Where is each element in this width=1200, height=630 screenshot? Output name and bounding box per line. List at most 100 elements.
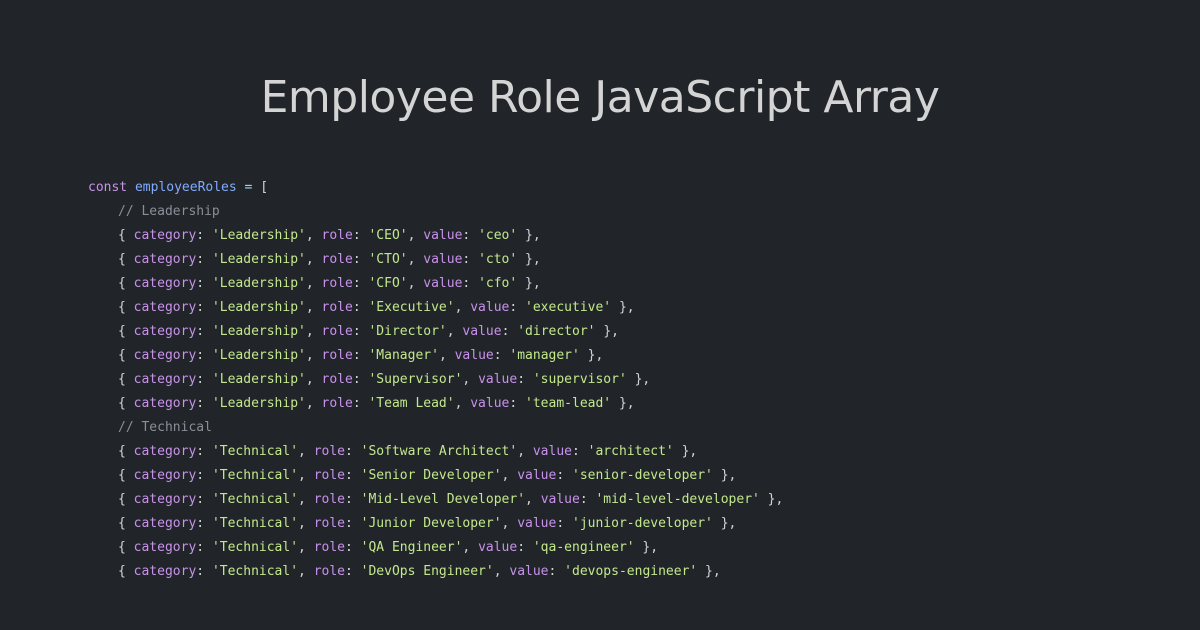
- colon: :: [352, 348, 369, 363]
- close-brace: },: [634, 540, 659, 555]
- value-key: value: [423, 276, 463, 291]
- code-comment-line: // Technical: [88, 416, 1168, 440]
- colon: :: [196, 276, 212, 291]
- comma: ,: [407, 252, 424, 267]
- role-key: role: [321, 252, 353, 267]
- code-entry-line: { category: 'Leadership', role: 'CTO', v…: [88, 248, 1168, 272]
- value-string: 'director': [517, 324, 596, 339]
- colon: :: [196, 228, 212, 243]
- comma: ,: [305, 324, 322, 339]
- role-key: role: [313, 444, 345, 459]
- code-comment: // Leadership: [118, 204, 220, 219]
- comma: ,: [407, 228, 424, 243]
- colon: :: [352, 228, 369, 243]
- code-line-declaration: const employeeRoles = [: [88, 176, 1168, 200]
- colon: :: [196, 396, 212, 411]
- code-window: const employeeRoles = [ // Leadership { ca…: [88, 176, 1168, 590]
- close-brace: },: [673, 444, 698, 459]
- value-string: 'junior-developer': [572, 516, 713, 531]
- colon: :: [196, 564, 212, 579]
- value-key: value: [423, 252, 463, 267]
- page-title: Employee Role JavaScript Array: [260, 72, 940, 124]
- array-identifier: employeeRoles: [134, 180, 237, 195]
- close-brace: },: [595, 324, 619, 339]
- comma: ,: [454, 300, 471, 315]
- const-keyword: const: [88, 180, 128, 195]
- value-string: 'mid-level-developer': [595, 492, 760, 507]
- role-string: 'Director': [368, 324, 447, 339]
- category-key: category: [133, 372, 197, 387]
- category-key: category: [133, 396, 197, 411]
- code-entry-line: { category: 'Leadership', role: 'Executi…: [88, 296, 1168, 320]
- value-string: 'architect': [587, 444, 674, 459]
- role-string: 'Executive': [368, 300, 455, 315]
- colon: :: [196, 492, 212, 507]
- role-string: 'DevOps Engineer': [360, 564, 494, 579]
- colon: :: [517, 540, 533, 555]
- comma: ,: [501, 468, 518, 483]
- value-string: 'manager': [509, 348, 580, 363]
- close-brace: },: [517, 276, 541, 291]
- category-string: 'Leadership': [211, 276, 306, 291]
- colon: :: [196, 348, 212, 363]
- colon: :: [352, 252, 369, 267]
- code-entry-line: { category: 'Leadership', role: 'Directo…: [88, 320, 1168, 344]
- comma: ,: [305, 276, 322, 291]
- category-string: 'Leadership': [211, 252, 306, 267]
- comma: ,: [454, 396, 471, 411]
- colon: :: [556, 516, 572, 531]
- role-string: 'Team Lead': [368, 396, 455, 411]
- open-brace: {: [118, 276, 134, 291]
- colon: :: [345, 468, 361, 483]
- colon: :: [345, 516, 361, 531]
- value-string: 'cto': [478, 252, 518, 267]
- colon: :: [196, 540, 212, 555]
- category-string: 'Leadership': [211, 348, 306, 363]
- role-key: role: [313, 540, 345, 555]
- value-key: value: [478, 372, 518, 387]
- value-key: value: [517, 468, 557, 483]
- value-key: value: [470, 396, 510, 411]
- code-block: const employeeRoles = [ // Leadership { ca…: [88, 176, 1168, 584]
- code-entry-line: { category: 'Technical', role: 'Junior D…: [88, 512, 1168, 536]
- colon: :: [345, 540, 361, 555]
- value-key: value: [454, 348, 494, 363]
- colon: :: [196, 300, 212, 315]
- close-brace: },: [611, 396, 635, 411]
- role-key: role: [321, 228, 353, 243]
- category-string: 'Leadership': [211, 228, 306, 243]
- colon: :: [345, 444, 361, 459]
- code-entry-line: { category: 'Technical', role: 'Mid-Leve…: [88, 488, 1168, 512]
- open-brace: {: [118, 300, 134, 315]
- colon: :: [579, 492, 596, 507]
- close-brace: },: [517, 252, 541, 267]
- value-string: 'supervisor': [532, 372, 627, 387]
- close-brace: },: [579, 348, 604, 363]
- category-key: category: [133, 252, 197, 267]
- role-key: role: [321, 372, 353, 387]
- role-key: role: [313, 564, 345, 579]
- code-entry-line: { category: 'Leadership', role: 'Team Le…: [88, 392, 1168, 416]
- role-string: 'Senior Developer': [360, 468, 502, 483]
- code-comment-line: // Leadership: [88, 200, 1168, 224]
- colon: :: [196, 516, 212, 531]
- open-brace: {: [118, 444, 134, 459]
- category-string: 'Leadership': [211, 372, 306, 387]
- colon: :: [345, 492, 361, 507]
- value-string: 'ceo': [478, 228, 518, 243]
- code-entry-line: { category: 'Technical', role: 'Senior D…: [88, 464, 1168, 488]
- role-string: 'QA Engineer': [360, 540, 463, 555]
- comma: ,: [298, 492, 314, 507]
- comma: ,: [305, 372, 322, 387]
- comma: ,: [298, 516, 314, 531]
- comma: ,: [305, 228, 322, 243]
- colon: :: [572, 444, 588, 459]
- value-string: 'devops-engineer': [564, 564, 698, 579]
- role-key: role: [321, 348, 353, 363]
- category-key: category: [133, 444, 197, 459]
- colon: :: [196, 324, 212, 339]
- value-key: value: [517, 516, 557, 531]
- open-brace: {: [118, 324, 134, 339]
- colon: :: [352, 300, 369, 315]
- colon: :: [352, 324, 369, 339]
